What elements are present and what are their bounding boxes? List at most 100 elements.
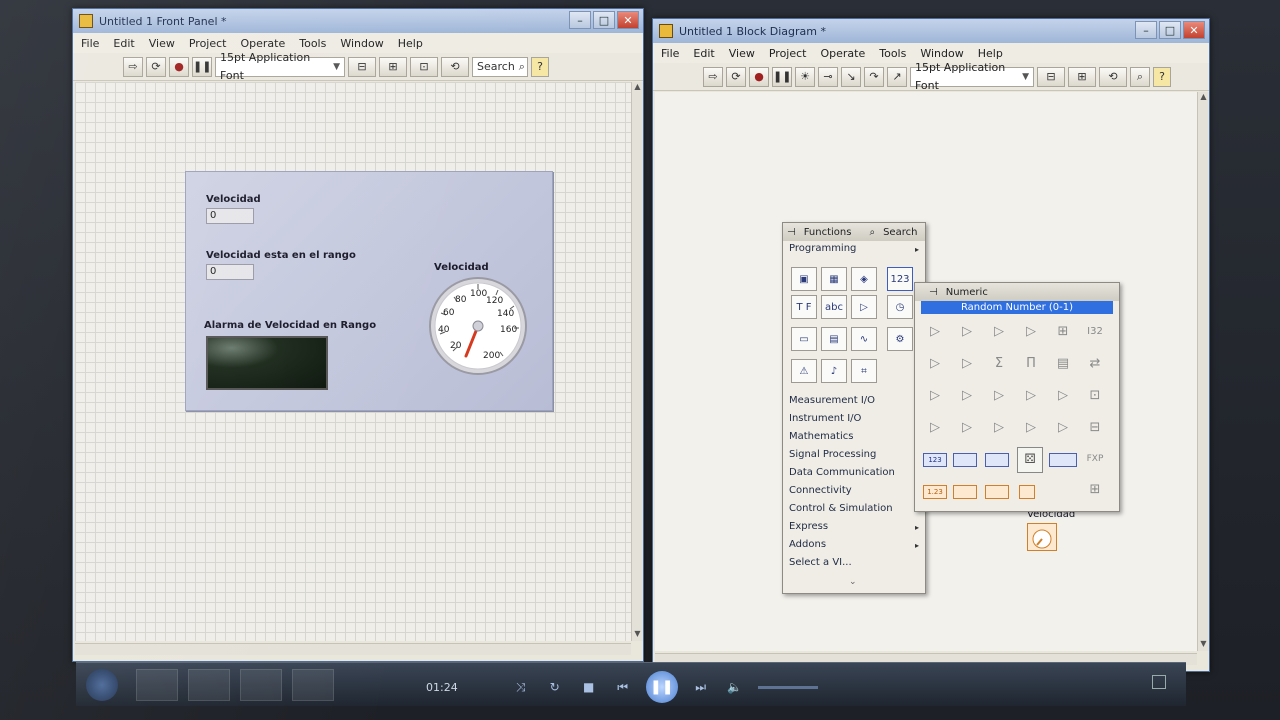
menu-edit[interactable]: Edit xyxy=(693,47,714,60)
menu-tools[interactable]: Tools xyxy=(879,47,906,60)
highlight-execution-button[interactable]: ☀ xyxy=(795,66,815,87)
reorder-button[interactable]: ⟲ xyxy=(441,56,469,77)
volume-icon[interactable]: 🔈 xyxy=(724,678,746,696)
previous-icon[interactable]: ⏮ xyxy=(612,678,634,696)
stop-icon[interactable]: ■ xyxy=(578,678,600,696)
minimize-button[interactable]: – xyxy=(1135,21,1157,39)
menu-help[interactable]: Help xyxy=(398,37,423,50)
close-button[interactable]: ✕ xyxy=(617,11,639,29)
conversion-icon[interactable]: I32 xyxy=(1083,321,1107,341)
decrement-icon[interactable]: ▷ xyxy=(955,353,979,373)
chevron-down-icon[interactable]: ⌄ xyxy=(849,577,857,587)
comparison-icon[interactable]: ▷ xyxy=(851,295,877,319)
maximize-button[interactable]: □ xyxy=(1159,21,1181,39)
minimize-button[interactable]: – xyxy=(569,11,591,29)
step-over-button[interactable]: ↷ xyxy=(864,66,884,87)
timing-icon[interactable]: ◷ xyxy=(887,295,913,319)
structures-icon[interactable]: ▣ xyxy=(791,267,817,291)
numeric-palette-header[interactable]: ⊣ Numeric xyxy=(915,283,1119,301)
negate-icon[interactable]: ▷ xyxy=(987,417,1011,437)
palette-item-connectivity[interactable]: Connectivity xyxy=(789,485,852,496)
pause-icon[interactable]: ❚❚ xyxy=(645,671,678,703)
divide-icon[interactable]: ▷ xyxy=(1019,321,1043,341)
taskbar-browser[interactable] xyxy=(188,669,230,701)
distribute-objects-button[interactable]: ⊞ xyxy=(379,56,407,77)
palette-item-control-simulation[interactable]: Control & Simulation xyxy=(789,503,893,514)
palette-search-label[interactable]: Search xyxy=(883,227,917,238)
menu-file[interactable]: File xyxy=(661,47,679,60)
boolean-icon[interactable]: T F xyxy=(791,295,817,319)
vertical-scrollbar[interactable]: ▲ ▼ xyxy=(1197,92,1209,651)
abort-button[interactable]: ● xyxy=(169,56,189,77)
array-icon[interactable]: ▦ xyxy=(821,267,847,291)
application-control-icon[interactable]: ⚙ xyxy=(887,327,913,351)
next-icon[interactable]: ⏭ xyxy=(690,678,712,696)
distribute-objects-button[interactable]: ⊞ xyxy=(1068,66,1096,87)
palette-item-instrument-io[interactable]: Instrument I/O xyxy=(789,413,861,424)
data-manipulation-icon[interactable]: ⇄ xyxy=(1083,353,1107,373)
menu-project[interactable]: Project xyxy=(769,47,807,60)
menu-operate[interactable]: Operate xyxy=(820,47,865,60)
complex-icon[interactable]: ⊡ xyxy=(1083,385,1107,405)
square-root-icon[interactable]: ▷ xyxy=(923,417,947,437)
run-continuously-button[interactable]: ⟳ xyxy=(726,66,746,87)
fixed-point-icon[interactable] xyxy=(1049,453,1077,467)
waveform-icon[interactable]: ∿ xyxy=(851,327,877,351)
horizontal-scrollbar[interactable] xyxy=(75,643,631,655)
repeat-icon[interactable]: ↻ xyxy=(544,678,566,696)
scaling-icon[interactable]: ⊟ xyxy=(1083,417,1107,437)
round-nearest-icon[interactable]: ▷ xyxy=(955,385,979,405)
random-number-icon[interactable]: ⚄ xyxy=(1017,447,1043,473)
search-icon[interactable]: ⌕ xyxy=(869,227,875,238)
taskbar-folder[interactable] xyxy=(240,669,282,701)
vertical-scrollbar[interactable]: ▲ ▼ xyxy=(631,82,643,641)
pause-button[interactable]: ❚❚ xyxy=(772,66,792,87)
menu-view[interactable]: View xyxy=(149,37,175,50)
increment-icon[interactable]: ▷ xyxy=(923,353,947,373)
file-io-icon[interactable]: ▤ xyxy=(821,327,847,351)
alarma-led[interactable] xyxy=(206,336,328,390)
add-array-elements-icon[interactable]: Σ xyxy=(987,353,1011,373)
multiply-array-elements-icon[interactable]: Π xyxy=(1019,353,1043,373)
palette-item-addons[interactable]: Addons xyxy=(789,539,826,550)
palette-item-mathematics[interactable]: Mathematics xyxy=(789,431,853,442)
menu-view[interactable]: View xyxy=(729,47,755,60)
dbl-numeric-constant-icon[interactable]: 1.23 xyxy=(923,485,947,499)
numeric-constant-icon[interactable]: 123 xyxy=(923,453,947,467)
numeric-icon[interactable]: 123 xyxy=(887,267,913,291)
ring-constant-icon[interactable] xyxy=(985,453,1009,467)
programming-category[interactable]: Programming xyxy=(789,243,856,254)
graphics-sound-icon[interactable]: ♪ xyxy=(821,359,847,383)
round-neg-infinity-icon[interactable]: ▷ xyxy=(987,385,1011,405)
menu-file[interactable]: File xyxy=(81,37,99,50)
gauge-terminal[interactable] xyxy=(1027,523,1057,551)
velocidad-indicator[interactable]: 0 xyxy=(206,208,254,224)
sign-icon[interactable]: ▷ xyxy=(1051,417,1075,437)
report-generation-icon[interactable]: ⌗ xyxy=(851,359,877,383)
align-objects-button[interactable]: ⊟ xyxy=(348,56,376,77)
multiply-icon[interactable]: ▷ xyxy=(987,321,1011,341)
run-button[interactable]: ⇨ xyxy=(123,56,143,77)
pi-constant-icon[interactable] xyxy=(953,485,977,499)
font-selector[interactable]: 15pt Application Font ▼ xyxy=(215,51,345,82)
quotient-remainder-icon[interactable]: ⊞ xyxy=(1051,321,1075,341)
pin-icon[interactable]: ⊣ xyxy=(787,227,796,238)
step-out-button[interactable]: ↗ xyxy=(887,66,907,87)
maximize-button[interactable]: □ xyxy=(593,11,615,29)
rango-indicator[interactable]: 0 xyxy=(206,264,254,280)
help-button[interactable]: ? xyxy=(531,56,549,77)
palette-item-signal-processing[interactable]: Signal Processing xyxy=(789,449,876,460)
velocidad-gauge[interactable]: 20 40 60 80 100 120 140 160 200 xyxy=(428,276,528,376)
palette-item-express[interactable]: Express xyxy=(789,521,828,532)
block-diagram-titlebar[interactable]: Untitled 1 Block Diagram * – □ ✕ xyxy=(653,19,1209,43)
fixed-point-palette-icon[interactable]: FXP xyxy=(1083,449,1107,469)
dialog-icon[interactable]: ▭ xyxy=(791,327,817,351)
run-continuously-button[interactable]: ⟳ xyxy=(146,56,166,77)
search-box[interactable]: Search ⌕ xyxy=(472,56,528,77)
help-button[interactable]: ? xyxy=(1153,66,1171,87)
volume-slider[interactable] xyxy=(757,685,818,689)
functions-palette-header[interactable]: ⊣ Functions ⌕ Search xyxy=(783,223,925,241)
resize-objects-button[interactable]: ⊡ xyxy=(410,56,438,77)
taskbar-media[interactable] xyxy=(292,669,334,701)
add-icon[interactable]: ▷ xyxy=(923,321,947,341)
